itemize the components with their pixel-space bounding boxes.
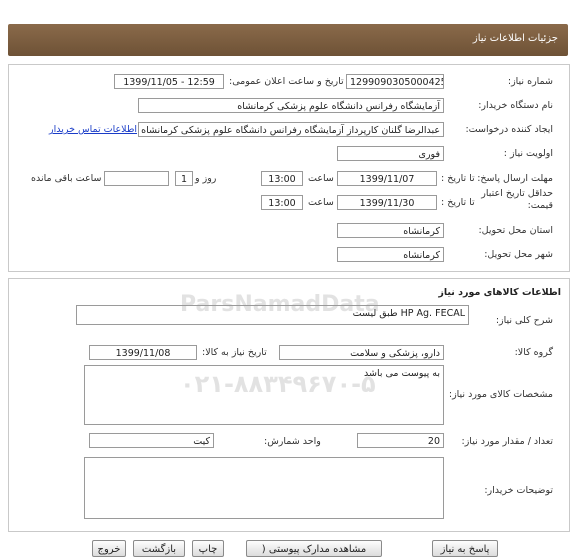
need-number-label: شماره نیاز:	[507, 76, 553, 87]
days-label: روز و	[195, 173, 217, 184]
province-label: استان محل تحویل:	[478, 225, 553, 236]
city-field: کرمانشاه	[337, 247, 444, 262]
buyer-org-field: آزمایشگاه رفرانس دانشگاه علوم پزشکی کرما…	[138, 98, 444, 113]
reply-to-need-button[interactable]: پاسخ به نیاز	[432, 540, 498, 557]
general-desc-label: شرح کلی نیاز:	[495, 315, 553, 326]
days-field: 1	[175, 171, 193, 186]
qty-label: تعداد / مقدار مورد نیاز:	[461, 436, 553, 447]
price-valid-until-date-label: تا تاریخ :	[441, 197, 475, 208]
group-label: گروه کالا:	[514, 347, 553, 358]
buyer-org-label: نام دستگاه خریدار:	[478, 100, 553, 111]
deadline-label: مهلت ارسال پاسخ:	[477, 173, 553, 184]
unit-field: کیت	[89, 433, 214, 448]
back-button[interactable]: بازگشت	[133, 540, 185, 557]
exit-button[interactable]: خروج	[92, 540, 126, 557]
creator-label: ایجاد کننده درخواست:	[465, 124, 553, 135]
price-valid-time-field: 13:00	[261, 195, 303, 210]
priority-field: فوری	[337, 146, 444, 161]
hours-remaining-field	[104, 171, 169, 186]
general-desc-field: HP Ag. FECAL طبق لیست	[76, 305, 469, 325]
buyer-notes-label: توضیحات خریدار:	[484, 485, 553, 496]
city-label: شهر محل تحویل:	[484, 249, 553, 260]
need-number-field: 1299090305000425	[346, 74, 444, 89]
price-valid-time-label: ساعت	[308, 197, 334, 208]
priority-label: اولویت نیاز :	[503, 148, 553, 159]
creator-field: عبدالرضا گلنان کارپرداز آزمایشگاه رفرانس…	[138, 122, 444, 137]
unit-label: واحد شمارش:	[264, 436, 321, 447]
goods-section-title: اطلاعات کالاهای مورد نیاز	[438, 287, 561, 298]
specs-label: مشخصات کالای مورد نیاز:	[448, 389, 553, 400]
price-valid-date-field: 1399/11/30	[337, 195, 437, 210]
deadline-date-field: 1399/11/07	[337, 171, 437, 186]
province-field: کرمانشاه	[337, 223, 444, 238]
announce-label: تاریخ و ساعت اعلان عمومی:	[229, 76, 344, 87]
specs-field: به پیوست می باشد	[84, 365, 444, 425]
price-valid-label: حداقل تاریخ اعتبار قیمت:	[481, 188, 553, 211]
deadline-time-field: 13:00	[261, 171, 303, 186]
view-attachments-button[interactable]: مشاهده مدارک پیوستی (	[246, 540, 382, 557]
deadline-until-date-label: تا تاریخ :	[441, 173, 475, 184]
goods-info-panel: اطلاعات کالاهای مورد نیاز شرح کلی نیاز: …	[8, 278, 570, 532]
contact-buyer-link[interactable]: اطلاعات تماس خریدار	[49, 124, 137, 135]
announce-field: 1399/11/05 - 12:59	[114, 74, 224, 89]
page-header-bar: جزئیات اطلاعات نیاز	[8, 24, 568, 56]
need-date-field: 1399/11/08	[89, 345, 197, 360]
print-button[interactable]: چاپ	[192, 540, 224, 557]
remaining-label: ساعت باقی مانده	[31, 173, 102, 184]
page-title: جزئیات اطلاعات نیاز	[472, 33, 558, 44]
qty-field: 20	[357, 433, 444, 448]
deadline-time-label: ساعت	[308, 173, 334, 184]
buyer-notes-field	[84, 457, 444, 519]
group-field: دارو، پزشکی و سلامت	[279, 345, 444, 360]
need-date-label: تاریخ نیاز به کالا:	[202, 347, 267, 358]
need-info-panel: شماره نیاز: 1299090305000425 تاریخ و ساع…	[8, 64, 570, 272]
